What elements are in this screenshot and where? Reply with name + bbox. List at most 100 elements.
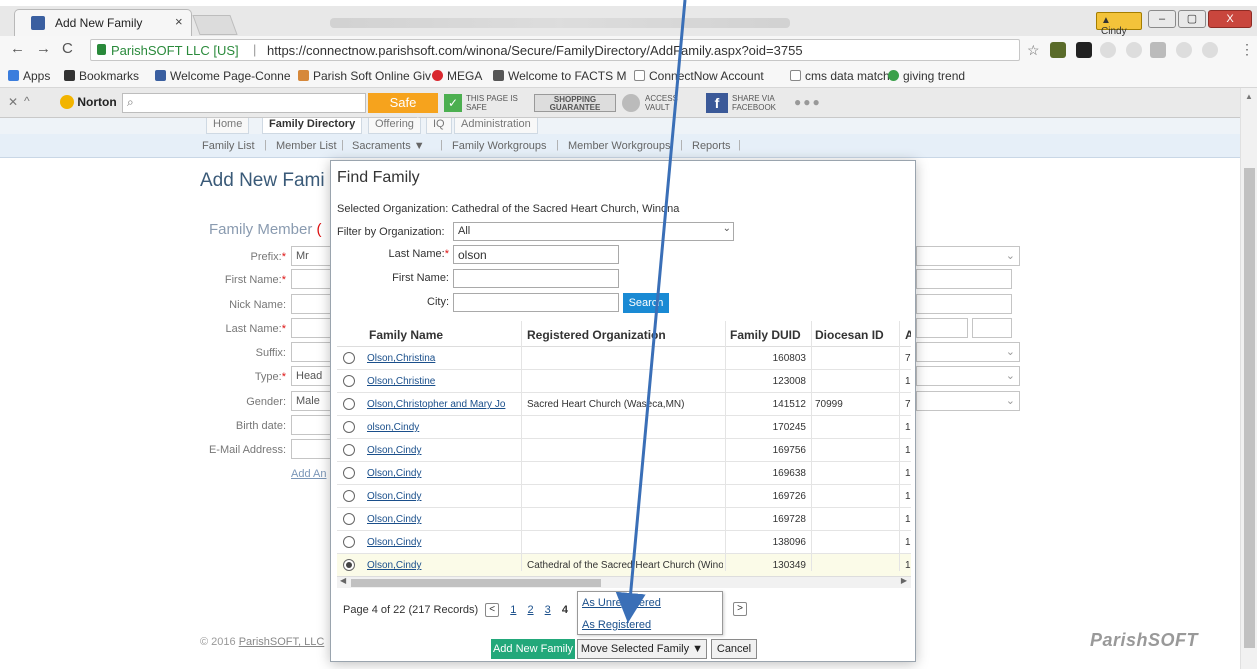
- last-name-input[interactable]: [291, 318, 331, 338]
- subnav-member-workgroups[interactable]: Member Workgroups: [568, 140, 671, 152]
- tab-administration[interactable]: Administration: [454, 118, 538, 134]
- close-toolbar-icon[interactable]: ✕: [8, 95, 18, 109]
- page-safe-check-icon[interactable]: ✓: [444, 94, 462, 112]
- select-radio[interactable]: [343, 513, 355, 525]
- forward-arrow-icon[interactable]: →: [36, 40, 51, 57]
- select-radio[interactable]: [343, 536, 355, 548]
- bookmark-facts[interactable]: Welcome to FACTS M: [493, 69, 626, 83]
- cancel-button[interactable]: Cancel: [711, 639, 757, 659]
- collapse-toolbar-icon[interactable]: ^: [24, 94, 30, 108]
- family-name-link[interactable]: Olson,Cindy: [367, 560, 421, 571]
- search-button[interactable]: Search: [623, 293, 669, 313]
- subnav-member-list[interactable]: Member List: [276, 140, 337, 152]
- city-search-input[interactable]: [453, 293, 619, 312]
- type-select-tail[interactable]: ⌄: [916, 366, 1020, 386]
- first-name-search-input[interactable]: [453, 269, 619, 288]
- family-name-link[interactable]: Olson,Christine: [367, 376, 435, 387]
- col-family-name[interactable]: Family Name: [369, 328, 443, 342]
- select-radio[interactable]: [343, 375, 355, 387]
- col-family-duid[interactable]: Family DUID: [730, 328, 801, 342]
- last-name-input-tail[interactable]: [916, 318, 968, 338]
- filter-org-select[interactable]: All ⌄: [453, 222, 734, 241]
- footer-company-link[interactable]: ParishSOFT, LLC: [239, 636, 325, 648]
- select-radio[interactable]: [343, 559, 355, 571]
- subnav-sacraments[interactable]: Sacraments ▼: [352, 140, 425, 152]
- scrollbar-thumb[interactable]: [1244, 168, 1255, 648]
- col-registered-org[interactable]: Registered Organization: [527, 328, 666, 342]
- hscroll-thumb[interactable]: [351, 579, 601, 587]
- browser-tab-add-new-family[interactable]: Add New Family ×: [14, 9, 192, 36]
- menu-item-as-unregistered[interactable]: As Unregistered: [582, 597, 661, 609]
- nick-name-input-tail[interactable]: [916, 294, 1012, 314]
- shopping-guarantee-badge[interactable]: SHOPPING GUARANTEE: [534, 94, 616, 112]
- bookmark-connectnow[interactable]: ConnectNow Account: [634, 69, 764, 83]
- vault-icon[interactable]: [622, 94, 640, 112]
- subnav-family-workgroups[interactable]: Family Workgroups: [452, 140, 547, 152]
- pager-link-1[interactable]: 1: [510, 604, 516, 616]
- bookmark-apps[interactable]: Apps: [8, 69, 50, 83]
- tab-home[interactable]: Home: [206, 118, 250, 134]
- bookmark-bookmarks[interactable]: Bookmarks: [64, 69, 139, 83]
- facebook-icon[interactable]: f: [706, 93, 728, 113]
- select-radio[interactable]: [343, 421, 355, 433]
- subnav-family-list[interactable]: Family List: [202, 140, 255, 152]
- select-radio[interactable]: [343, 398, 355, 410]
- tab-iq[interactable]: IQ: [426, 118, 452, 134]
- family-name-link[interactable]: Olson,Cindy: [367, 445, 421, 456]
- norton-search-input[interactable]: ⌕: [122, 93, 366, 113]
- first-name-input-tail[interactable]: [916, 269, 1012, 289]
- table-row[interactable]: Olson,Cindy 169756 1: [337, 439, 911, 462]
- family-name-link[interactable]: Olson,Cindy: [367, 514, 421, 525]
- table-row[interactable]: olson,Cindy 170245 1: [337, 416, 911, 439]
- family-name-link[interactable]: Olson,Cindy: [367, 468, 421, 479]
- vertical-scrollbar[interactable]: ▲: [1240, 88, 1257, 669]
- extension-icon[interactable]: [1050, 42, 1066, 58]
- table-row[interactable]: Olson,Cindy 169638 1: [337, 462, 911, 485]
- extension-icon[interactable]: [1202, 42, 1218, 58]
- extension-icon[interactable]: [1126, 42, 1142, 58]
- last-name-extra-input[interactable]: [972, 318, 1012, 338]
- family-name-link[interactable]: Olson,Christina: [367, 353, 435, 364]
- scroll-up-icon[interactable]: ▲: [1245, 92, 1253, 101]
- back-arrow-icon[interactable]: ←: [10, 40, 25, 57]
- add-another-link[interactable]: Add An: [291, 468, 326, 480]
- minimize-button[interactable]: –: [1148, 10, 1176, 28]
- new-tab-button[interactable]: [192, 15, 238, 35]
- first-name-input[interactable]: [291, 269, 331, 289]
- add-new-family-button[interactable]: Add New Family: [491, 639, 575, 659]
- bookmark-cms-data-match[interactable]: cms data match: [790, 69, 890, 83]
- family-name-link[interactable]: Olson,Christopher and Mary Jo: [367, 399, 505, 410]
- maximize-button[interactable]: ▢: [1178, 10, 1206, 28]
- suffix-select[interactable]: [291, 342, 331, 362]
- col-diocesan-id[interactable]: Diocesan ID: [815, 328, 884, 342]
- table-row[interactable]: Olson,Cindy 169728 1: [337, 508, 911, 531]
- email-input[interactable]: [291, 439, 331, 459]
- pager-prev-button[interactable]: <: [485, 603, 500, 617]
- bookmark-parish-soft-giving[interactable]: Parish Soft Online Giv: [298, 69, 431, 83]
- prefix-select[interactable]: Mr: [291, 246, 331, 266]
- select-radio[interactable]: [343, 490, 355, 502]
- table-row[interactable]: Olson,Christine 123008 1: [337, 370, 911, 393]
- bookmark-mega[interactable]: MEGA: [432, 69, 482, 83]
- bookmark-giving-trend[interactable]: giving trend: [888, 69, 965, 83]
- type-select[interactable]: Head: [291, 366, 331, 386]
- bookmark-welcome-page[interactable]: Welcome Page-Conne: [155, 69, 291, 83]
- suffix-select-tail[interactable]: ⌄: [916, 342, 1020, 362]
- more-menu-icon[interactable]: ⋮: [1240, 41, 1254, 58]
- family-name-link[interactable]: Olson,Cindy: [367, 537, 421, 548]
- prefix-select-tail[interactable]: ⌄: [916, 246, 1020, 266]
- family-name-link[interactable]: olson,Cindy: [367, 422, 419, 433]
- select-radio[interactable]: [343, 352, 355, 364]
- last-name-search-input[interactable]: olson: [453, 245, 619, 264]
- close-window-button[interactable]: X: [1208, 10, 1252, 28]
- bookmark-star-icon[interactable]: ☆: [1027, 42, 1040, 59]
- table-row[interactable]: Olson,Christina 160803 7: [337, 347, 911, 370]
- gender-select-tail[interactable]: ⌄: [916, 391, 1020, 411]
- table-row[interactable]: Olson,Cindy 169726 1: [337, 485, 911, 508]
- tab-offering[interactable]: Offering: [368, 118, 421, 134]
- pager-link-2[interactable]: 2: [527, 604, 533, 616]
- safe-search-button[interactable]: Safe Search: [368, 93, 438, 130]
- horizontal-scrollbar[interactable]: ◀ ▶: [337, 576, 911, 588]
- select-radio[interactable]: [343, 444, 355, 456]
- pager-next-button[interactable]: >: [733, 602, 747, 616]
